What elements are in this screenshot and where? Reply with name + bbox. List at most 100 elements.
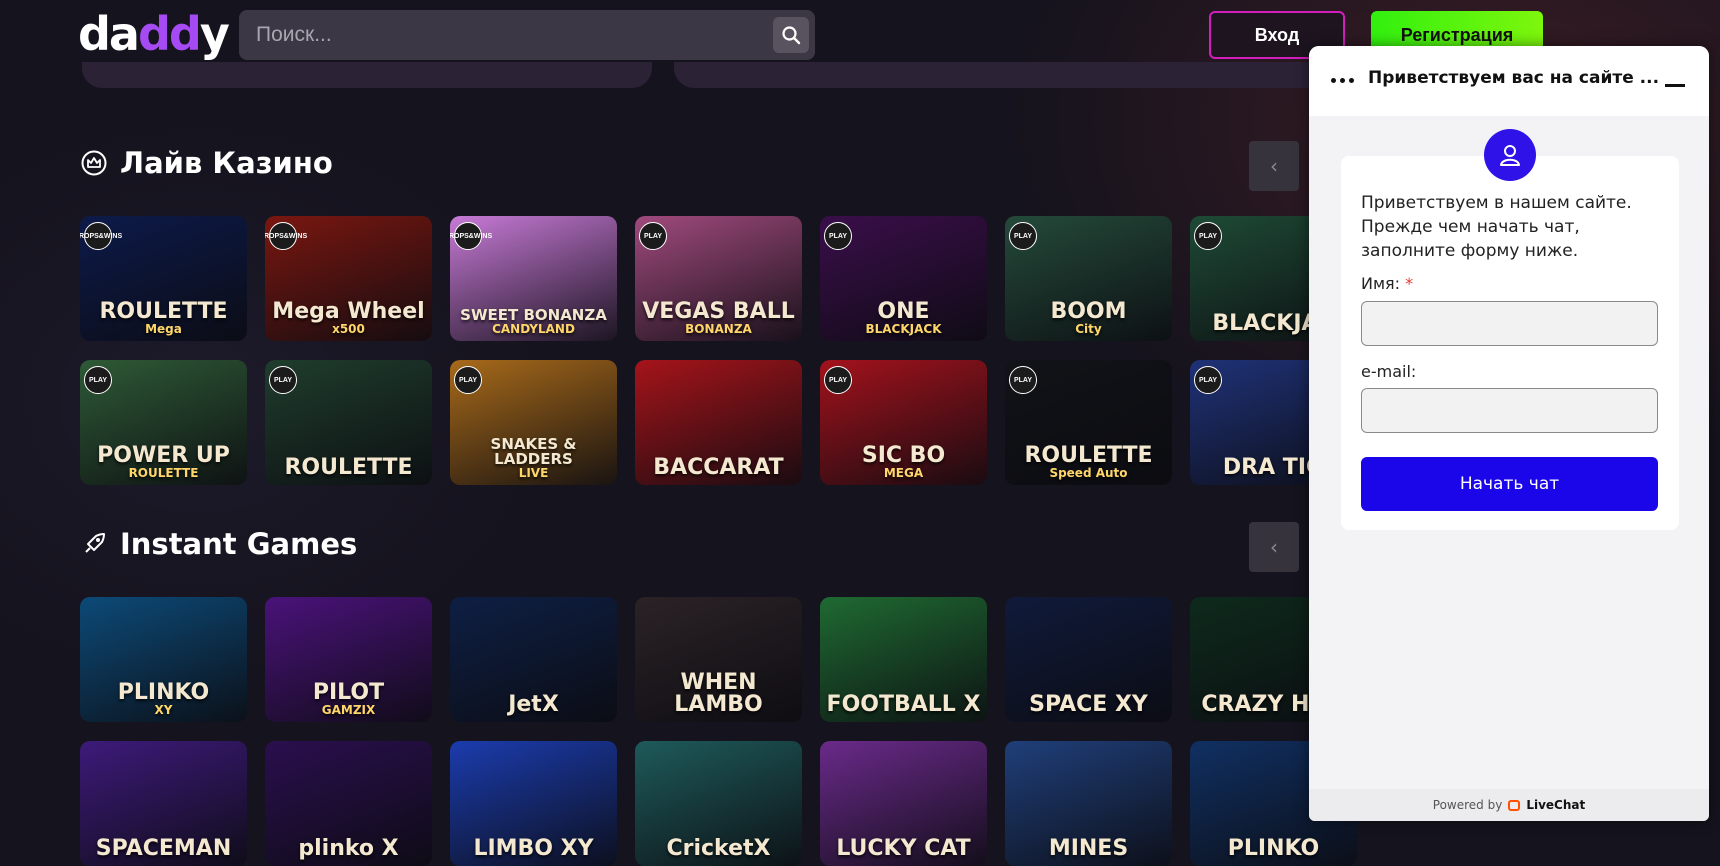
game-title: VEGAS BALL BONANZA [638, 301, 798, 341]
instant-games-row-2: SPACEMAN plinko X LIMBO XY CricketX LUCKY CA… [80, 741, 1357, 866]
game-title-main: Mega Wheel [272, 299, 425, 324]
game-tile[interactable]: LUCKY CAT [820, 741, 987, 866]
game-title-main: ROULETTE [99, 299, 228, 324]
game-title-main: SWEET BONANZA [460, 306, 607, 324]
game-tile[interactable]: PILOT GAMZIX [265, 597, 432, 722]
more-options-icon[interactable] [1331, 78, 1354, 83]
crown-icon [81, 150, 107, 176]
instant-games-prev-button[interactable]: ‹ [1249, 522, 1299, 572]
name-field[interactable] [1361, 301, 1658, 346]
game-tile[interactable]: PLAY POWER UP ROULETTE [80, 360, 247, 485]
game-tile[interactable]: FOOTBALL X [820, 597, 987, 722]
game-tile[interactable]: JetX [450, 597, 617, 722]
game-tile[interactable]: PLAY ROULETTE [265, 360, 432, 485]
livechat-brand[interactable]: LiveChat [1526, 798, 1585, 812]
game-title-main: LUCKY CAT [836, 836, 971, 861]
game-tile[interactable]: PLAY SIC BO MEGA [820, 360, 987, 485]
game-title-sub: LIVE [518, 466, 549, 480]
daddy-logo[interactable]: da dd y [78, 7, 230, 61]
game-title: Mega Wheel x500 [268, 301, 428, 341]
game-title-sub: BONANZA [685, 322, 752, 336]
banner-left-edge [82, 62, 652, 88]
game-tile[interactable]: DROPS&WINS SWEET BONANZACANDYLAND [450, 216, 617, 341]
game-tile[interactable]: PLAY ROULETTE Speed Auto [1005, 360, 1172, 485]
game-title-main: LIMBO XY [473, 836, 594, 861]
required-mark: * [1405, 274, 1414, 293]
chat-title: Приветствуем вас на сайте ... [1368, 68, 1660, 88]
game-tile[interactable]: WHEN LAMBO [635, 597, 802, 722]
chevron-left-icon: ‹ [1270, 154, 1278, 178]
game-tile[interactable]: CricketX [635, 741, 802, 866]
provider-badge-icon: PLAY [824, 366, 852, 394]
game-tile[interactable]: PLAY VEGAS BALL BONANZA [635, 216, 802, 341]
game-title-sub: City [1075, 322, 1102, 336]
chevron-left-icon: ‹ [1270, 535, 1278, 559]
game-title-main: plinko X [298, 836, 399, 861]
chat-footer: Powered by LiveChat [1309, 789, 1709, 821]
minimize-icon[interactable] [1665, 84, 1685, 87]
game-tile[interactable]: PLAY ONE BLACKJACK [820, 216, 987, 341]
game-title-main: POWER UP [97, 443, 230, 468]
game-tile[interactable]: PLAY SNAKES & LADDERS LIVE [450, 360, 617, 485]
provider-badge-icon: PLAY [1009, 366, 1037, 394]
game-title: JetX [504, 694, 563, 722]
provider-badge-icon: PLAY [1194, 366, 1222, 394]
provider-badge-icon: PLAY [824, 222, 852, 250]
game-title: BOOM City [1046, 301, 1130, 341]
name-label-text: Имя: [1361, 274, 1401, 293]
name-label: Имя: * [1361, 274, 1413, 293]
game-title-main: SPACEMAN [95, 836, 232, 861]
game-title-main: ONE [877, 299, 930, 324]
game-tile[interactable]: DROPS&WINS ROULETTEMega [80, 216, 247, 341]
game-title: ROULETTE Speed Auto [1020, 445, 1156, 485]
instant-games-title: Instant Games [120, 527, 358, 561]
game-title-sub: BLACKJACK [865, 322, 942, 336]
game-tile[interactable]: BACCARAT [635, 360, 802, 485]
game-tile[interactable]: PLAY BOOM City [1005, 216, 1172, 341]
game-tile[interactable]: MINES [1005, 741, 1172, 866]
email-label: e-mail: [1361, 362, 1417, 381]
game-title: ROULETTE [280, 457, 416, 485]
game-title-main: JetX [508, 692, 559, 717]
game-title: SPACE XY [1025, 694, 1152, 722]
provider-badge-icon: PLAY [84, 366, 112, 394]
game-tile[interactable]: SPACE XY [1005, 597, 1172, 722]
logo-text-end: y [199, 7, 230, 61]
search-input[interactable] [254, 22, 758, 48]
chat-header: Приветствуем вас на сайте ... [1309, 46, 1709, 116]
start-chat-button[interactable]: Начать чат [1361, 457, 1658, 511]
game-title-main: VEGAS BALL [642, 299, 795, 324]
chat-intro-text: Приветствуем в нашем сайте. Прежде чем н… [1361, 193, 1632, 261]
game-title: WHEN LAMBO [635, 672, 802, 722]
game-title: ONE BLACKJACK [861, 301, 945, 341]
game-tile[interactable]: LIMBO XY [450, 741, 617, 866]
game-title-main: BACCARAT [653, 455, 784, 480]
email-field[interactable] [1361, 388, 1658, 433]
game-title: FOOTBALL X [823, 694, 985, 722]
search-button[interactable] [773, 17, 809, 53]
game-title-sub: MEGA [883, 466, 924, 480]
game-tile[interactable]: plinko X [265, 741, 432, 866]
live-casino-prev-button[interactable]: ‹ [1249, 141, 1299, 191]
game-title-sub: x500 [332, 322, 365, 336]
game-tile[interactable]: PLINKO XY [80, 597, 247, 722]
game-title: LIMBO XY [469, 838, 597, 866]
game-title: SWEET BONANZA CANDYLAND [456, 308, 611, 341]
game-title-main: ROULETTE [1024, 443, 1153, 468]
game-title: LUCKY CAT [832, 838, 974, 866]
game-tile[interactable]: SPACEMAN [80, 741, 247, 866]
provider-badge-icon: PLAY [1194, 222, 1222, 250]
game-title: PILOT GAMZIX [309, 682, 388, 722]
game-tile[interactable]: DROPS&WINS Mega Wheelx500 [265, 216, 432, 341]
live-casino-title: Лайв Казино [120, 146, 333, 180]
provider-badge-icon: PLAY [454, 366, 482, 394]
game-title: plinko X [294, 838, 402, 866]
game-title-main: PLINKO [117, 680, 210, 705]
game-title-main: SIC BO [861, 443, 946, 468]
search-bar [239, 10, 815, 60]
game-title-main: PILOT [312, 680, 385, 705]
game-title-sub: CANDYLAND [492, 322, 575, 336]
game-title-sub: XY [154, 703, 173, 717]
game-title-main: SNAKES & LADDERS [490, 435, 577, 468]
game-title-sub: Mega [145, 322, 182, 336]
